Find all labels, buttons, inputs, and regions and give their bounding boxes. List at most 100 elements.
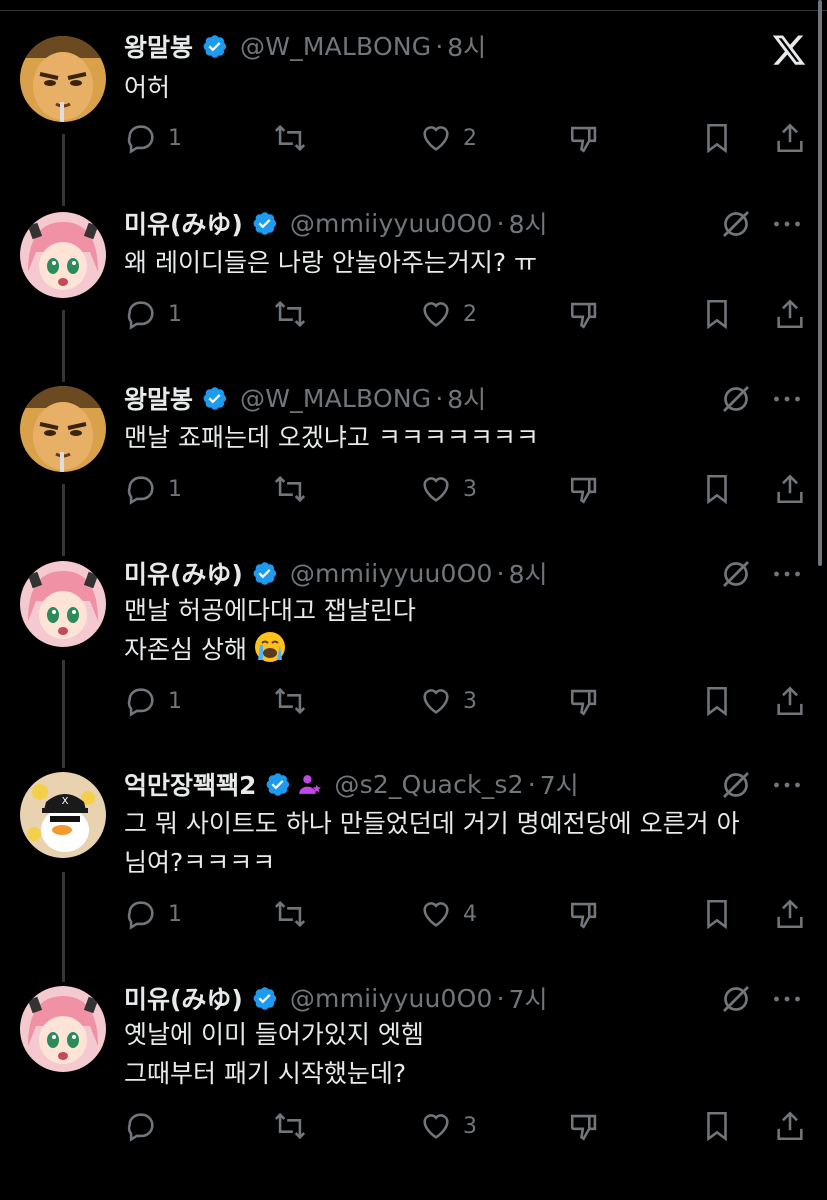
share-button[interactable] bbox=[773, 469, 807, 509]
like-count: 3 bbox=[463, 1113, 477, 1139]
x-logo-icon[interactable] bbox=[771, 30, 807, 70]
dislike-button[interactable] bbox=[568, 894, 602, 934]
repost-button[interactable] bbox=[273, 118, 307, 158]
verified-badge-icon bbox=[251, 210, 278, 237]
grok-icon[interactable] bbox=[718, 556, 754, 592]
dislike-button[interactable] bbox=[568, 681, 602, 721]
bookmark-icon bbox=[707, 899, 727, 930]
display-name[interactable]: 왕말봉 bbox=[124, 28, 193, 64]
like-button[interactable]: 3 bbox=[419, 469, 477, 509]
separator-dot: · bbox=[435, 383, 444, 413]
more-options-icon[interactable] bbox=[769, 556, 805, 592]
pink-hair-girl-avatar[interactable] bbox=[20, 561, 106, 647]
timestamp[interactable]: 8시 bbox=[509, 555, 548, 591]
verified-badge-icon bbox=[251, 985, 278, 1012]
display-name[interactable]: 미유(みゆ) bbox=[124, 980, 243, 1016]
reply-button[interactable]: 1 bbox=[124, 469, 182, 509]
dislike-button[interactable] bbox=[568, 1106, 602, 1146]
timestamp[interactable]: 7시 bbox=[540, 766, 579, 802]
share-button[interactable] bbox=[773, 681, 807, 721]
like-count: 2 bbox=[463, 125, 477, 151]
grok-icon[interactable] bbox=[718, 206, 754, 242]
like-button[interactable]: 3 bbox=[419, 681, 477, 721]
tweet-text-line: 맨날 허공에다대고 잽날린다 bbox=[124, 596, 416, 625]
thumbs-down-icon bbox=[570, 477, 597, 504]
heart-icon bbox=[423, 689, 449, 714]
handle[interactable]: @mmiiyyuu0O0 bbox=[290, 559, 493, 588]
tweet-text-line: 자존심 상해 bbox=[124, 635, 247, 664]
grok-icon[interactable] bbox=[718, 381, 754, 417]
reply-icon bbox=[127, 1113, 154, 1142]
reply-button[interactable]: 1 bbox=[124, 894, 182, 934]
bookmark-button[interactable] bbox=[700, 894, 734, 934]
like-button[interactable]: 4 bbox=[419, 894, 477, 934]
repost-button[interactable] bbox=[273, 294, 307, 334]
like-button[interactable]: 3 bbox=[419, 1106, 477, 1146]
tweet-header: 미유(みゆ) @mmiiyyuu0O0 · 7시 bbox=[124, 978, 548, 1018]
handle[interactable]: @mmiiyyuu0O0 bbox=[290, 209, 493, 238]
tweet-text: 맨날 죠패는데 오겠냐고 ㅋㅋㅋㅋㅋㅋㅋ bbox=[124, 418, 814, 457]
repost-icon bbox=[274, 687, 306, 715]
share-icon bbox=[777, 474, 803, 504]
repost-icon bbox=[274, 124, 306, 152]
repost-button[interactable] bbox=[273, 894, 307, 934]
display-name[interactable]: 억만장꽥꽥2 bbox=[124, 766, 256, 802]
bookmark-button[interactable] bbox=[700, 1106, 734, 1146]
display-name[interactable]: 미유(みゆ) bbox=[124, 205, 243, 241]
like-count: 3 bbox=[463, 688, 477, 714]
bookmark-button[interactable] bbox=[700, 118, 734, 158]
dislike-button[interactable] bbox=[568, 469, 602, 509]
more-options-icon[interactable] bbox=[769, 381, 805, 417]
timestamp[interactable]: 8시 bbox=[509, 205, 548, 241]
more-options-icon[interactable] bbox=[769, 981, 805, 1017]
handle[interactable]: @W_MALBONG bbox=[240, 384, 431, 413]
bookmark-button[interactable] bbox=[700, 681, 734, 721]
bookmark-button[interactable] bbox=[700, 469, 734, 509]
tweet-text-line: 님여?ㅋㅋㅋㅋ bbox=[124, 848, 276, 877]
bookmark-button[interactable] bbox=[700, 294, 734, 334]
reply-icon bbox=[127, 688, 154, 717]
handle[interactable]: @W_MALBONG bbox=[240, 32, 431, 61]
reply-button[interactable] bbox=[124, 1106, 168, 1146]
like-button[interactable]: 2 bbox=[419, 118, 477, 158]
share-icon bbox=[777, 899, 803, 929]
reply-button[interactable]: 1 bbox=[124, 118, 182, 158]
action-bar: 1 3 bbox=[0, 681, 827, 721]
like-button[interactable]: 2 bbox=[419, 294, 477, 334]
dislike-button[interactable] bbox=[568, 118, 602, 158]
share-button[interactable] bbox=[773, 294, 807, 334]
tweet-text-line-wrap: 자존심 상해 bbox=[124, 630, 814, 669]
pink-hair-girl-avatar[interactable] bbox=[20, 212, 106, 298]
repost-button[interactable] bbox=[273, 1106, 307, 1146]
subscriber-badge-icon bbox=[297, 772, 322, 797]
repost-button[interactable] bbox=[273, 469, 307, 509]
timestamp[interactable]: 8시 bbox=[447, 380, 486, 416]
more-options-icon[interactable] bbox=[769, 206, 805, 242]
grok-icon[interactable] bbox=[718, 981, 754, 1017]
reply-count: 1 bbox=[168, 688, 182, 714]
share-button[interactable] bbox=[773, 1106, 807, 1146]
man-cartoon-avatar[interactable] bbox=[20, 36, 106, 122]
share-button[interactable] bbox=[773, 894, 807, 934]
display-name[interactable]: 왕말봉 bbox=[124, 380, 193, 416]
duck-avatar[interactable]: X bbox=[20, 772, 106, 858]
more-options-icon[interactable] bbox=[769, 767, 805, 803]
pink-hair-girl-avatar[interactable] bbox=[20, 986, 106, 1072]
share-button[interactable] bbox=[773, 118, 807, 158]
timestamp[interactable]: 7시 bbox=[509, 980, 548, 1016]
dislike-button[interactable] bbox=[568, 294, 602, 334]
reply-button[interactable]: 1 bbox=[124, 681, 182, 721]
handle[interactable]: @mmiiyyuu0O0 bbox=[290, 984, 493, 1013]
display-name[interactable]: 미유(みゆ) bbox=[124, 555, 243, 591]
reply-button[interactable]: 1 bbox=[124, 294, 182, 334]
repost-button[interactable] bbox=[273, 681, 307, 721]
grok-icon[interactable] bbox=[718, 767, 754, 803]
timestamp[interactable]: 8시 bbox=[447, 28, 486, 64]
handle[interactable]: @s2_Quack_s2 bbox=[334, 770, 523, 799]
man-cartoon-avatar[interactable] bbox=[20, 386, 106, 472]
tweet-text: 그 뭐 사이트도 하나 만들었던데 거기 명예전당에 오른거 아 님여?ㅋㅋㅋㅋ bbox=[124, 804, 814, 882]
reply-icon bbox=[127, 125, 154, 154]
heart-icon bbox=[423, 902, 449, 927]
tweet-header: 억만장꽥꽥2 @s2_Quack_s2 · 7시 bbox=[124, 764, 579, 804]
share-icon bbox=[777, 123, 803, 153]
